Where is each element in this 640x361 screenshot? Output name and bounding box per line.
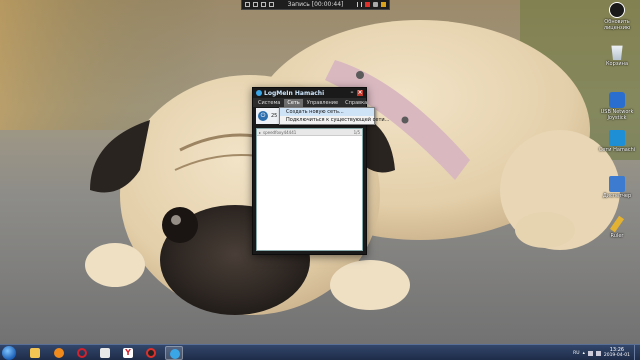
hamachi-titlebar[interactable]: LogMeIn Hamachi – × <box>253 88 366 98</box>
window-title: LogMeIn Hamachi <box>264 89 325 97</box>
network-row[interactable]: ▸ speedfoxy44441 1/5 <box>257 129 362 136</box>
volume-icon[interactable] <box>595 350 601 356</box>
taskbar-app-hamachi[interactable] <box>165 346 183 360</box>
menu-bar: Система Сеть Управление Справка <box>253 98 367 107</box>
notepad-icon <box>100 348 110 358</box>
expand-icon[interactable]: ▸ <box>259 130 261 135</box>
taskbar-app-yandex[interactable]: Y <box>119 346 137 360</box>
desktop-icon-device-manager[interactable]: Диспетчер <box>594 176 640 199</box>
ruler-icon <box>609 215 625 233</box>
update-license-icon <box>609 2 625 18</box>
network-menu-dropdown: Создать новую сеть... Подключиться к сущ… <box>279 107 389 125</box>
window-icon[interactable] <box>245 2 250 7</box>
taskbar-app-explorer[interactable] <box>26 346 44 360</box>
menu-help[interactable]: Справка <box>342 99 370 107</box>
recorder-icon <box>146 348 156 358</box>
recorder-title: Запись [00:00:44] <box>287 1 344 8</box>
status-text: 25 <box>271 113 278 119</box>
pause-icon[interactable] <box>357 2 362 7</box>
fullscreen-icon[interactable] <box>261 2 266 7</box>
desktop-icon-hamachi-networks[interactable]: Сети Hamachi <box>594 130 640 153</box>
hamachi-logo-icon <box>256 90 262 96</box>
desktop-icon-usb-joystick[interactable]: USB Network Joystick <box>594 92 640 121</box>
stop-icon[interactable] <box>365 2 370 7</box>
desktop-icon-recycle-bin[interactable]: Корзина <box>594 44 640 67</box>
yandex-browser-icon: Y <box>123 348 133 358</box>
desktop-icon-update-license[interactable]: Обновить лицензию <box>594 2 640 31</box>
taskbar-app-notepad[interactable] <box>96 346 114 360</box>
taskbar-app-media-player[interactable] <box>50 346 68 360</box>
taskbar-app-opera[interactable] <box>73 346 91 360</box>
menu-manage[interactable]: Управление <box>304 99 341 107</box>
tray-arrow-icon[interactable]: ▴ <box>583 351 585 356</box>
clock[interactable]: 13:26 2019-04-01 <box>603 348 630 359</box>
recycle-bin-icon <box>611 45 623 60</box>
taskbar: Y RU ▴ 13:26 2019-04-01 <box>0 344 640 360</box>
power-button[interactable]: ⏻ <box>258 111 268 121</box>
camera-icon[interactable] <box>373 2 378 7</box>
hamachi-network-icon <box>609 130 625 146</box>
opera-icon <box>77 348 87 358</box>
network-list: ▸ speedfoxy44441 1/5 <box>256 128 363 251</box>
desktop-icon-ruler[interactable]: Ruler <box>594 215 640 239</box>
menu-item-create-network[interactable]: Создать новую сеть... <box>280 108 374 116</box>
recorder-toolbar: Запись [00:00:44] <box>241 0 390 10</box>
copy-icon[interactable] <box>253 2 258 7</box>
network-count: 1/5 <box>353 129 360 135</box>
hamachi-icon <box>170 349 180 359</box>
network-tray-icon[interactable] <box>587 350 593 356</box>
show-desktop-button[interactable] <box>634 345 640 360</box>
menu-system[interactable]: Система <box>255 99 283 107</box>
start-button[interactable] <box>2 346 16 360</box>
device-manager-icon <box>609 176 625 192</box>
clock-date: 2019-04-01 <box>603 353 630 358</box>
menu-network[interactable]: Сеть <box>284 98 303 107</box>
network-name: speedfoxy44441 <box>263 129 297 135</box>
folder-icon <box>30 348 40 358</box>
region-icon[interactable] <box>269 2 274 7</box>
pen-icon[interactable] <box>381 2 386 7</box>
media-player-icon <box>54 348 64 358</box>
taskbar-app-recorder[interactable] <box>142 346 160 360</box>
system-tray: RU ▴ 13:26 2019-04-01 <box>573 345 640 361</box>
minimize-icon[interactable]: – <box>349 90 355 96</box>
menu-item-join-network[interactable]: Подключиться к существующей сети... <box>280 116 389 124</box>
close-icon[interactable]: × <box>357 90 363 96</box>
language-indicator[interactable]: RU <box>573 351 579 356</box>
usb-joystick-icon <box>609 92 625 108</box>
